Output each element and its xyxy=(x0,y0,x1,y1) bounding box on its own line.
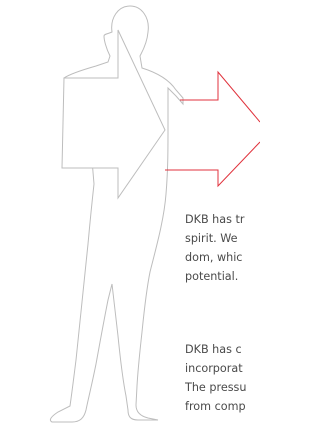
paragraph-2: DKB has c incorporat The pressu from com… xyxy=(185,340,260,416)
text-line: DKB has c xyxy=(185,343,242,356)
text-line: spirit. We xyxy=(185,232,238,245)
person-outline xyxy=(49,5,184,423)
text-line: The pressu xyxy=(185,381,247,394)
text-line: from comp xyxy=(185,400,246,413)
text-line: incorporat xyxy=(185,362,243,375)
red-arrow-outline xyxy=(165,70,260,188)
text-line: DKB has tr xyxy=(185,213,245,226)
text-line: potential. xyxy=(185,270,239,283)
paragraph-1: DKB has tr spirit. We dom, whic potentia… xyxy=(185,210,260,286)
text-line: dom, whic xyxy=(185,251,243,264)
